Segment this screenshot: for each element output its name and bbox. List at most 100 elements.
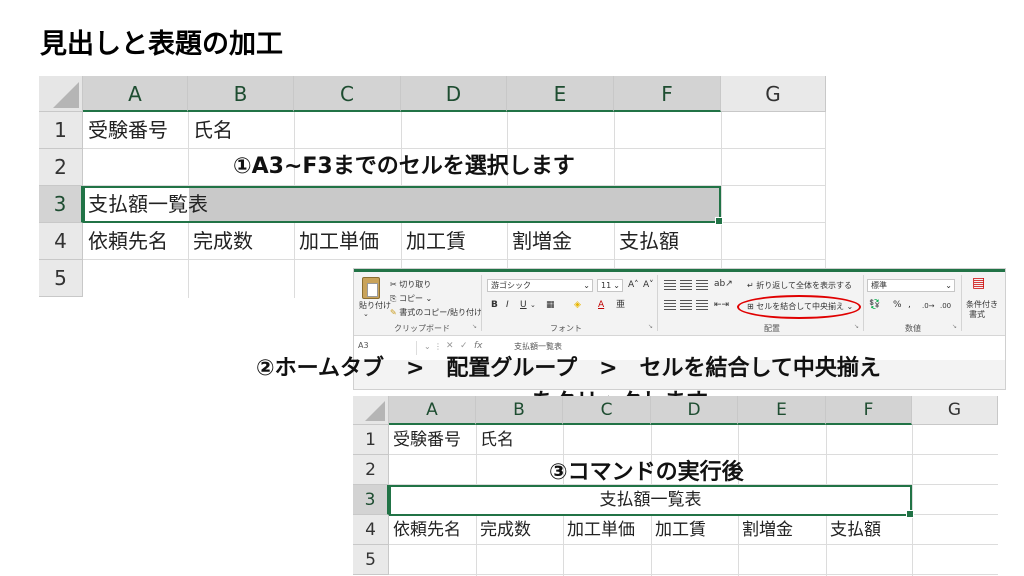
row-header-1[interactable]: 1 [353,425,389,455]
brush-icon: ✎ [390,308,397,317]
cell-d4[interactable]: 加工賃 [401,223,466,260]
cell-b4[interactable]: 完成数 [476,515,531,545]
align-middle-icon[interactable] [680,280,692,290]
fill-color-icon[interactable]: ◈ [574,299,581,311]
chevron-down-icon[interactable]: ⌄ [530,299,536,311]
row-header-3[interactable]: 3 [39,186,83,223]
cell-a1[interactable]: 受験番号 [389,425,461,455]
cell-f4[interactable]: 支払額 [826,515,881,545]
cell-a4[interactable]: 依頼先名 [83,223,168,260]
merged-cell-a3-f3[interactable]: 支払額一覧表 [389,485,914,518]
column-header-a[interactable]: A [83,76,188,112]
row-header-5[interactable]: 5 [39,260,83,297]
phonetic-icon[interactable]: 亜 [616,299,625,311]
grow-font-button[interactable]: A˄ [628,279,639,291]
increase-decimal-icon[interactable]: .0→ [922,300,935,312]
cell-c4[interactable]: 加工単価 [294,223,379,260]
row-header-2[interactable]: 2 [353,455,389,485]
spreadsheet-after: A B C D E F G 1 2 3 4 5 支払額一覧表 受験番号 氏名 依… [353,396,998,576]
orientation-icon[interactable]: ab↗ [714,278,733,290]
copy-button[interactable]: ⎘ コピー ⌄ [390,293,432,304]
font-name-select[interactable]: 游ゴシック ⌄ [487,279,593,292]
copy-label: コピー [398,294,423,303]
wrap-text-button[interactable]: ↵ 折り返して全体を表示する [747,280,852,291]
chevron-down-icon: ⌄ [945,281,952,290]
cell-e4[interactable]: 割増金 [507,223,572,260]
conditional-format-label-2: 書式 [969,310,985,319]
italic-button[interactable]: I [506,299,509,311]
align-top-icon[interactable] [664,280,676,290]
chevron-down-icon: ⌄ [583,281,590,290]
align-left-icon[interactable] [664,300,676,310]
bold-button[interactable]: B [491,299,498,311]
paste-icon[interactable] [362,277,380,299]
row-header-3[interactable]: 3 [353,485,389,515]
cell-b4[interactable]: 完成数 [188,223,253,260]
cell-a3[interactable]: 支払額一覧表 [83,186,208,223]
indent-icon[interactable]: ⇤⇥ [714,299,729,311]
align-right-icon[interactable] [696,300,708,310]
column-header-f[interactable]: F [614,76,721,112]
cell-f4[interactable]: 支払額 [614,223,679,260]
column-header-b[interactable]: B [476,396,563,425]
gridline [912,425,913,576]
format-painter-label: 書式のコピー/貼り付け [399,308,482,317]
step-3-instruction: ③コマンドの実行後 [549,460,744,485]
wrap-text-label: 折り返して全体を表示する [756,281,853,290]
column-header-d[interactable]: D [651,396,738,425]
fill-handle[interactable] [715,217,723,225]
step-2-instruction: ②ホームタブ > 配置グループ > セルを結合して中央揃え [256,356,881,381]
row-header-4[interactable]: 4 [353,515,389,545]
row-header-4[interactable]: 4 [39,223,83,260]
row-header-1[interactable]: 1 [39,112,83,149]
clipboard-group-label: クリップボード [394,324,450,333]
currency-icon[interactable]: 💱 [869,299,880,311]
select-all-corner[interactable] [353,396,389,425]
font-launcher-icon[interactable]: ↘ [648,323,653,330]
column-header-d[interactable]: D [401,76,507,112]
column-header-a[interactable]: A [389,396,476,425]
fill-handle[interactable] [906,510,914,518]
cell-a1[interactable]: 受験番号 [83,112,168,149]
comma-button[interactable]: , [908,299,911,311]
alignment-launcher-icon[interactable]: ↘ [854,323,859,330]
decrease-decimal-icon[interactable]: .00 [940,300,951,312]
cell-d4[interactable]: 加工賃 [651,515,706,545]
column-header-e[interactable]: E [507,76,614,112]
cut-button[interactable]: ✂ 切り取り [390,279,431,290]
percent-button[interactable]: % [893,299,902,311]
cell-b1[interactable]: 氏名 [188,112,233,149]
conditional-format-icon[interactable]: ▤ [972,276,985,290]
number-format-select[interactable]: 標準 ⌄ [867,279,955,292]
paste-dropdown-icon[interactable]: ⌄ [363,310,369,318]
row-header-2[interactable]: 2 [39,149,83,186]
column-header-c[interactable]: C [294,76,401,112]
border-icon[interactable]: ▦ [546,299,555,311]
row-header-5[interactable]: 5 [353,545,389,575]
column-header-g[interactable]: G [721,76,826,112]
wrap-text-icon: ↵ [747,281,754,290]
column-header-b[interactable]: B [188,76,294,112]
column-header-e[interactable]: E [738,396,826,425]
font-size-select[interactable]: 11 ⌄ [597,279,623,292]
select-all-corner[interactable] [39,76,83,112]
column-header-c[interactable]: C [563,396,651,425]
shrink-font-button[interactable]: A˅ [643,279,654,291]
cell-e4[interactable]: 割増金 [738,515,793,545]
align-center-icon[interactable] [680,300,692,310]
column-header-g[interactable]: G [912,396,998,425]
underline-button[interactable]: U [520,299,527,311]
cell-a4[interactable]: 依頼先名 [389,515,461,545]
merged-cell-text: 支払額一覧表 [599,490,702,510]
align-bottom-icon[interactable] [696,280,708,290]
number-launcher-icon[interactable]: ↘ [952,323,957,330]
step-1-instruction: ①A3~F3までのセルを選択します [233,154,575,179]
scissors-icon: ✂ [390,280,397,289]
cell-c4[interactable]: 加工単価 [563,515,635,545]
font-color-icon[interactable]: A [598,299,604,311]
format-painter-button[interactable]: ✎ 書式のコピー/貼り付け [390,307,482,318]
cell-b1[interactable]: 氏名 [476,425,514,455]
font-size-value: 11 [601,281,612,290]
column-header-f[interactable]: F [826,396,912,425]
clipboard-launcher-icon[interactable]: ↘ [472,323,477,330]
